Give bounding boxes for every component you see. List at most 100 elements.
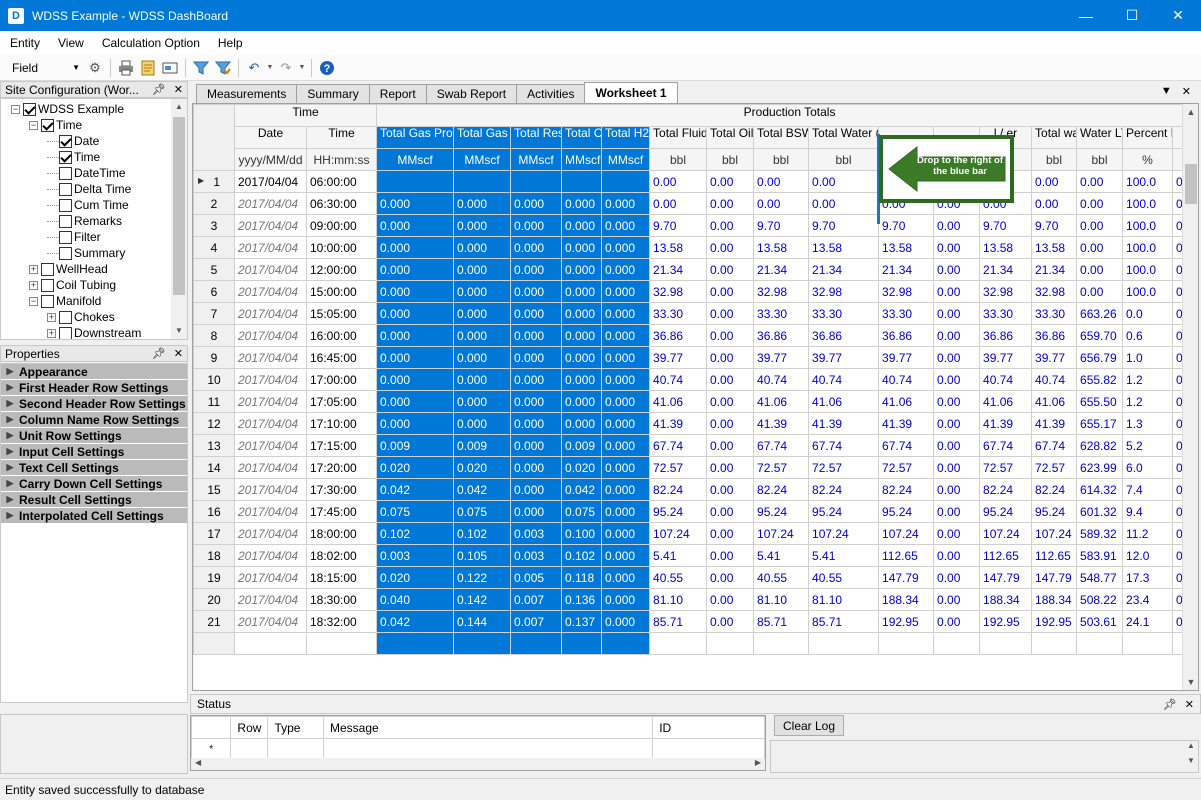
- table-cell[interactable]: 82.24: [808, 478, 880, 501]
- row-header[interactable]: 11: [193, 390, 235, 413]
- expand-icon[interactable]: +: [29, 280, 38, 290]
- table-cell[interactable]: [979, 632, 1033, 655]
- table-cell[interactable]: 188.34: [979, 588, 1033, 611]
- table-cell[interactable]: 0.00: [933, 324, 981, 347]
- table-cell[interactable]: 628.82: [1076, 434, 1124, 457]
- column-header[interactable]: Total Reservoir Gas: [510, 126, 563, 149]
- expand-icon[interactable]: +: [29, 264, 38, 274]
- row-header[interactable]: 1 ▶: [193, 170, 235, 193]
- property-category[interactable]: ▶ Unit Row Settings: [1, 428, 187, 444]
- row-header[interactable]: 4: [193, 236, 235, 259]
- row-header[interactable]: 17: [193, 522, 235, 545]
- row-header[interactable]: 15: [193, 478, 235, 501]
- report-icon[interactable]: [138, 58, 158, 78]
- table-cell[interactable]: 2017/04/04: [234, 522, 307, 545]
- pin-icon[interactable]: 📌︎: [1163, 698, 1177, 711]
- table-cell[interactable]: 0.00: [706, 434, 755, 457]
- column-header[interactable]: Percent Recovered: [1122, 126, 1174, 149]
- table-cell[interactable]: 100.0: [1122, 258, 1174, 281]
- table-cell[interactable]: 67.74: [808, 434, 880, 457]
- table-cell[interactable]: 40.74: [1031, 368, 1078, 391]
- table-cell[interactable]: 0.000: [453, 302, 512, 325]
- table-cell[interactable]: 0.000: [561, 346, 603, 369]
- tree-checkbox[interactable]: [41, 294, 54, 308]
- scroll-down-icon[interactable]: ▼: [171, 323, 187, 339]
- table-cell[interactable]: 0.020: [561, 456, 603, 479]
- table-cell[interactable]: 583.91: [1076, 544, 1124, 567]
- table-cell[interactable]: 548.77: [1076, 566, 1124, 589]
- table-cell[interactable]: 0.000: [376, 390, 455, 413]
- table-cell[interactable]: 85.71: [753, 610, 810, 633]
- table-cell[interactable]: 614.32: [1076, 478, 1124, 501]
- table-cell[interactable]: 41.39: [753, 412, 810, 435]
- menu-calculation-option[interactable]: Calculation Option: [94, 31, 208, 55]
- table-cell[interactable]: 0.00: [706, 544, 755, 567]
- table-cell[interactable]: 10:00:00: [305, 236, 378, 259]
- table-cell[interactable]: 0.075: [561, 500, 603, 523]
- table-cell[interactable]: 12:00:00: [305, 258, 378, 281]
- table-cell[interactable]: 32.98: [649, 280, 708, 303]
- row-header[interactable]: 10: [193, 368, 235, 391]
- table-cell[interactable]: 82.24: [878, 478, 935, 501]
- property-category[interactable]: ▶ Input Cell Settings: [1, 444, 187, 460]
- table-cell[interactable]: 13.58: [649, 236, 708, 259]
- tab-list-dropdown-icon[interactable]: ▼: [1161, 85, 1172, 98]
- tab-swab-report[interactable]: Swab Report: [425, 84, 518, 103]
- table-cell[interactable]: [878, 632, 935, 655]
- table-cell[interactable]: 17:45:00: [305, 500, 378, 523]
- tree-checkbox[interactable]: [59, 198, 72, 212]
- close-icon[interactable]: ✕: [1185, 698, 1194, 711]
- column-header[interactable]: Total CO2 Frac: [561, 126, 603, 149]
- table-cell[interactable]: 0.042: [561, 478, 603, 501]
- table-cell[interactable]: 0.00: [933, 456, 981, 479]
- tree-checkbox[interactable]: [41, 262, 54, 276]
- table-cell[interactable]: 0.00: [933, 368, 981, 391]
- table-cell[interactable]: 0.000: [510, 412, 563, 435]
- collapse-icon[interactable]: −: [29, 120, 38, 130]
- help-icon[interactable]: ?: [317, 58, 337, 78]
- table-cell[interactable]: [561, 170, 603, 193]
- expand-icon[interactable]: +: [47, 312, 56, 322]
- table-cell[interactable]: 41.39: [649, 412, 708, 435]
- table-cell[interactable]: 72.57: [1031, 456, 1078, 479]
- table-cell[interactable]: 0.000: [601, 456, 651, 479]
- table-cell[interactable]: 0.020: [376, 566, 455, 589]
- table-cell[interactable]: 2017/04/04: [234, 368, 307, 391]
- table-cell[interactable]: 0.000: [376, 324, 455, 347]
- table-cell[interactable]: 0.000: [601, 522, 651, 545]
- table-cell[interactable]: 0.00: [706, 500, 755, 523]
- grid-scrollbar[interactable]: ▲ ▼: [1182, 104, 1198, 690]
- table-cell[interactable]: 0.00: [933, 346, 981, 369]
- tab-summary[interactable]: Summary: [296, 84, 370, 103]
- table-cell[interactable]: 0.000: [561, 368, 603, 391]
- table-cell[interactable]: 0.00: [706, 302, 755, 325]
- table-cell[interactable]: 13.58: [878, 236, 935, 259]
- expand-arrow-icon[interactable]: ▶: [1, 478, 19, 489]
- row-header[interactable]: 3: [193, 214, 235, 237]
- table-cell[interactable]: 0.00: [1076, 236, 1124, 259]
- table-cell[interactable]: 41.06: [808, 390, 880, 413]
- table-cell[interactable]: 0.00: [706, 610, 755, 633]
- property-category[interactable]: ▶ Interpolated Cell Settings: [1, 508, 187, 524]
- row-header[interactable]: 9: [193, 346, 235, 369]
- table-cell[interactable]: 95.24: [808, 500, 880, 523]
- close-icon[interactable]: ✕: [174, 83, 183, 96]
- table-cell[interactable]: 21.34: [649, 258, 708, 281]
- tree-checkbox[interactable]: [41, 118, 54, 132]
- close-button[interactable]: ✕: [1155, 0, 1201, 31]
- table-cell[interactable]: 0.040: [376, 588, 455, 611]
- table-cell[interactable]: 06:30:00: [305, 192, 378, 215]
- tree-item[interactable]: Summary: [47, 245, 125, 261]
- expand-arrow-icon[interactable]: ▶: [1, 430, 19, 441]
- tab-activities[interactable]: Activities: [516, 84, 586, 103]
- table-cell[interactable]: 112.65: [1031, 544, 1078, 567]
- table-cell[interactable]: 0.000: [510, 236, 563, 259]
- property-category[interactable]: ▶ Column Name Row Settings: [1, 412, 187, 428]
- table-cell[interactable]: 41.06: [753, 390, 810, 413]
- table-cell[interactable]: 0.00: [933, 566, 981, 589]
- tree-item[interactable]: Remarks: [47, 213, 122, 229]
- table-cell[interactable]: 0.000: [453, 324, 512, 347]
- table-cell[interactable]: 655.50: [1076, 390, 1124, 413]
- table-cell[interactable]: 655.82: [1076, 368, 1124, 391]
- tree-item[interactable]: Filter: [47, 229, 101, 245]
